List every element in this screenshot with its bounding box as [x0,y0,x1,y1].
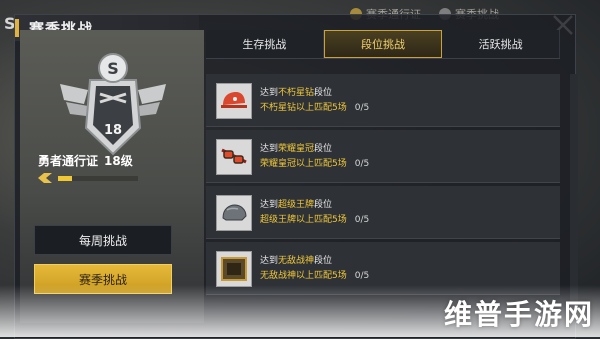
challenge-count: 0/5 [354,159,370,169]
site-watermark: 维普手游网 [443,298,594,331]
challenge-count: 0/5 [354,103,370,113]
challenge-title-suffix: 段位 [314,200,333,210]
challenge-tabs: 生存挑战 段位挑战 活跃挑战 [206,30,561,59]
challenge-rank-name: 超级王牌 [278,200,315,210]
challenge-title-prefix: 达到 [260,144,279,154]
helmet-icon [222,204,247,221]
challenge-title: 达到不朽星钻段位 [260,85,332,98]
challenge-description: 荣耀皇冠以上匹配5场 0/5 [260,156,369,169]
cap-icon [221,92,247,108]
challenge-item[interactable]: 达到超级王牌段位 超级王牌以上匹配5场 0/5 [206,186,560,239]
challenge-title: 达到荣耀皇冠段位 [260,141,332,154]
reward-slot[interactable] [216,83,252,119]
challenge-title-suffix: 段位 [314,256,333,266]
reward-slot[interactable] [216,251,252,287]
challenge-title-prefix: 达到 [260,200,279,210]
tab-survival[interactable]: 生存挑战 [206,30,324,58]
challenge-requirement: 不朽星钻以上匹配5场 [260,103,347,113]
reward-slot[interactable] [216,139,252,175]
challenge-title: 达到无敌战神段位 [260,253,332,266]
challenge-title-suffix: 段位 [314,88,333,98]
weekly-challenge-button[interactable]: 每周挑战 [34,225,172,255]
challenge-item[interactable]: 达到不朽星钻段位 不朽星钻以上匹配5场 0/5 [206,74,560,127]
pass-progress [38,173,138,183]
challenge-rank-name: 荣耀皇冠 [278,144,315,154]
challenge-title-suffix: 段位 [314,144,333,154]
challenge-description: 不朽星钻以上匹配5场 0/5 [260,100,369,113]
challenge-rank-name: 不朽星钻 [278,88,315,98]
challenge-count: 0/5 [354,215,370,225]
challenge-count: 0/5 [354,271,370,281]
challenge-rank-name: 无敌战神 [278,256,315,266]
reward-slot[interactable] [216,195,252,231]
challenge-title-prefix: 达到 [260,88,279,98]
challenge-title: 达到超级王牌段位 [260,197,332,210]
tab-active[interactable]: 活跃挑战 [442,30,561,58]
emblem-number: 18 [104,123,122,138]
challenge-description: 无敌战神以上匹配5场 0/5 [260,268,369,281]
challenge-description: 超级王牌以上匹配5场 0/5 [260,212,369,225]
pass-card: S 18 勇者通行证 18级 每周挑战 赛季挑战 [20,30,204,323]
progress-bar-fill [58,175,73,181]
challenge-requirement: 荣耀皇冠以上匹配5场 [260,159,347,169]
pass-name: 勇者通行证 [38,154,99,168]
challenge-title-prefix: 达到 [260,256,279,266]
challenge-requirement: 超级王牌以上匹配5场 [260,215,347,225]
arrow-badge-icon [38,173,52,183]
goggles-icon [221,148,247,164]
challenge-requirement: 无敌战神以上匹配5场 [260,271,347,281]
frame-icon [221,257,247,281]
emblem-letter: S [107,59,119,78]
challenge-item[interactable]: 达到荣耀皇冠段位 荣耀皇冠以上匹配5场 0/5 [206,130,560,183]
tab-rank[interactable]: 段位挑战 [323,30,443,58]
rank-emblem-icon: S 18 [60,53,166,156]
pass-level: 18级 [104,154,133,168]
progress-bar [58,175,138,181]
pass-title: 勇者通行证 18级 [38,152,133,169]
